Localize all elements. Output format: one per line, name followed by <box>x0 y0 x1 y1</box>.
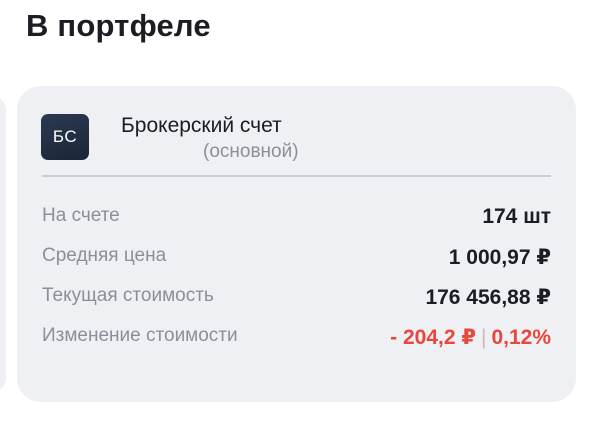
row-label: Средняя цена <box>42 245 167 266</box>
change-separator: | <box>480 326 487 349</box>
row-quantity: На счете 174 шт <box>42 205 551 231</box>
section-title: В портфеле <box>26 8 211 43</box>
account-subtitle: (основной) <box>203 141 299 162</box>
row-label: Изменение стоимости <box>42 325 238 346</box>
change-percent: 0,12% <box>491 326 551 349</box>
row-average-price: Средняя цена 1 000,97 ₽ <box>42 245 551 271</box>
account-title: Брокерский счет <box>121 114 282 137</box>
divider <box>42 175 551 177</box>
row-value-change: Изменение стоимости - 204,2 ₽ | 0,12% <box>42 325 551 351</box>
account-badge: БС <box>41 114 89 160</box>
row-current-value: Текущая стоимость 176 456,88 ₽ <box>42 285 551 311</box>
row-value: 174 шт <box>482 205 551 228</box>
account-card[interactable]: БС Брокерский счет (основной) На счете 1… <box>17 86 576 402</box>
portfolio-page: В портфеле БС Брокерский счет (основной)… <box>0 0 590 426</box>
row-label: На счете <box>42 205 120 226</box>
row-label: Текущая стоимость <box>42 285 214 306</box>
change-amount: - 204,2 ₽ <box>390 326 476 349</box>
row-value: 1 000,97 ₽ <box>448 246 551 269</box>
previous-card-edge[interactable] <box>0 96 6 392</box>
value-change: - 204,2 ₽ | 0,12% <box>390 325 551 350</box>
row-value: 176 456,88 ₽ <box>425 286 551 309</box>
